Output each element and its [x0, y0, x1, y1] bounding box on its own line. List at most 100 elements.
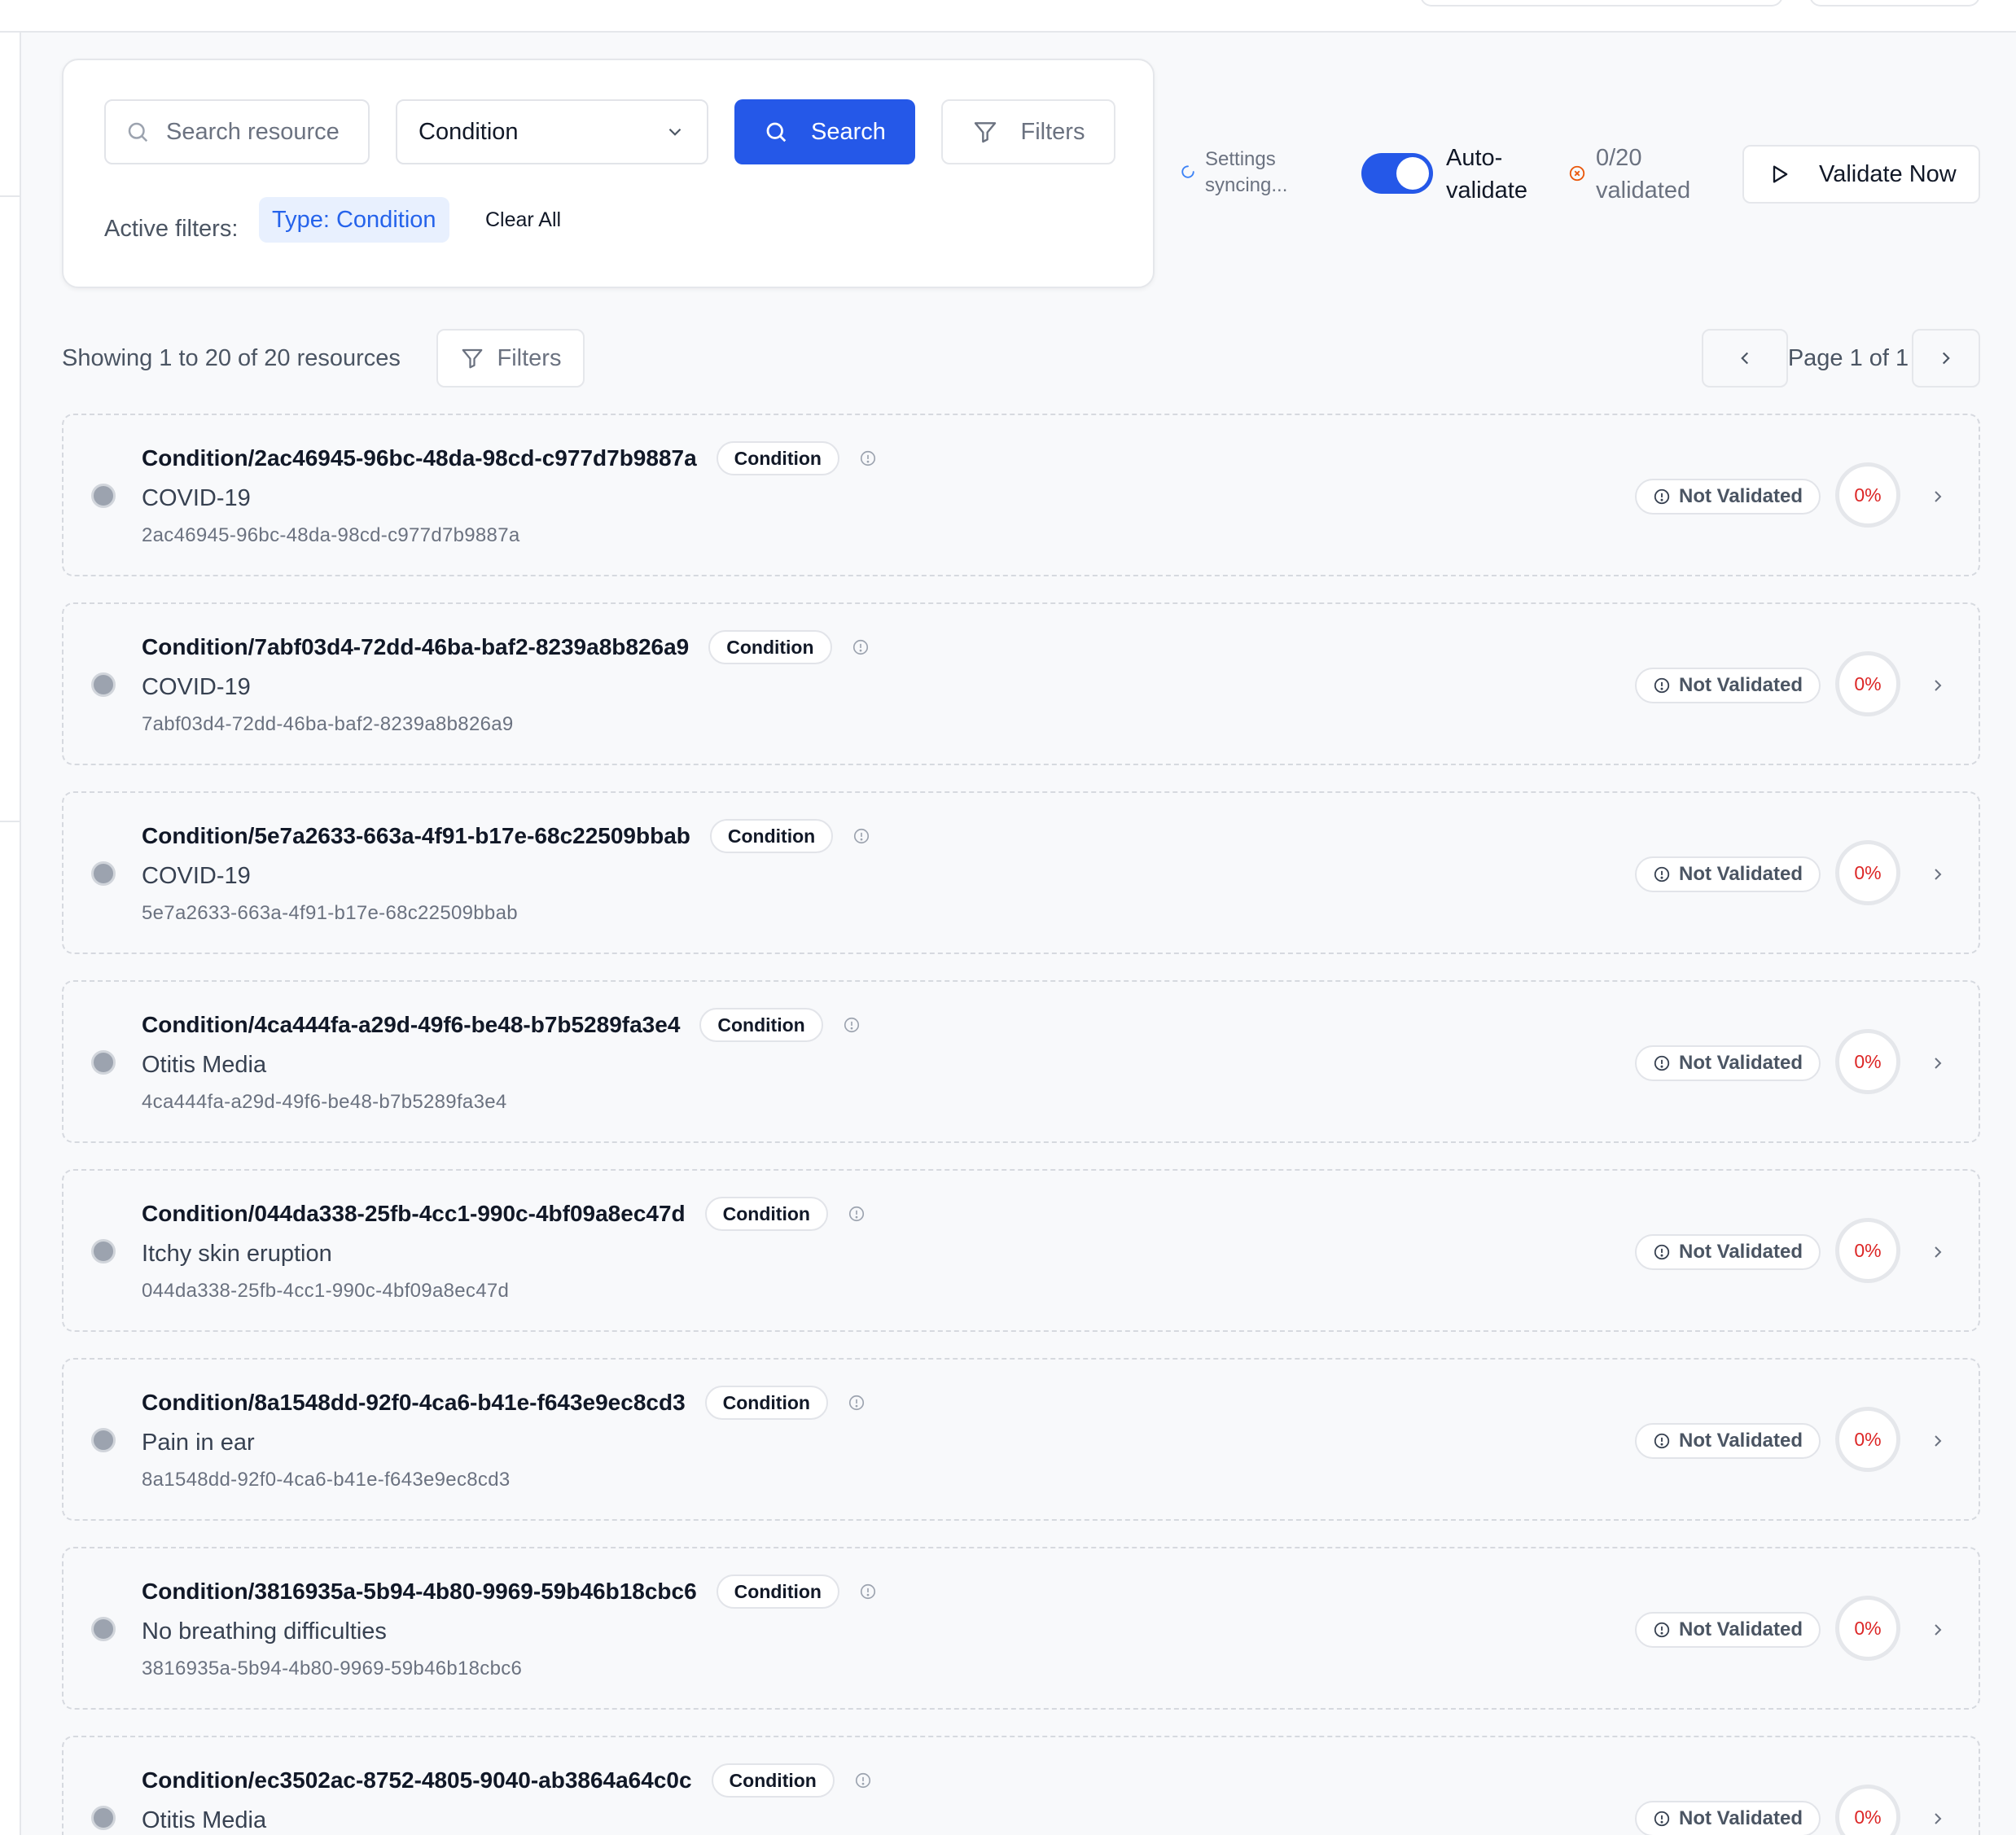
- chevron-down-icon: [668, 128, 681, 136]
- info-icon[interactable]: [859, 1583, 877, 1601]
- alert-circle-icon: [1654, 677, 1670, 694]
- play-icon: [1773, 165, 1788, 183]
- chevron-right-icon[interactable]: [1928, 1809, 1948, 1828]
- spinner-icon: [1181, 165, 1194, 178]
- resource-uuid: 8a1548dd-92f0-4ca6-b41e-f643e9ec8cd3: [142, 1469, 511, 1491]
- filters-button[interactable]: Filters: [941, 99, 1115, 164]
- info-icon[interactable]: [852, 638, 870, 656]
- resource-row[interactable]: Condition/3816935a-5b94-4b80-9969-59b46b…: [62, 1547, 1980, 1710]
- page-indicator: Page 1 of 1: [1787, 345, 1909, 371]
- status-dot: [91, 484, 116, 508]
- resource-type-select[interactable]: Condition: [396, 99, 708, 164]
- info-icon[interactable]: [848, 1205, 866, 1223]
- chevron-right-icon[interactable]: [1928, 1242, 1948, 1262]
- resource-type-badge: Condition: [709, 819, 834, 853]
- resource-id: Condition/5e7a2633-663a-4f91-b17e-68c225…: [142, 823, 690, 848]
- validated-count: 0/20 validated: [1568, 142, 1707, 207]
- resource-id: Condition/044da338-25fb-4cc1-990c-4bf09a…: [142, 1201, 686, 1226]
- chevron-right-icon[interactable]: [1928, 1053, 1948, 1073]
- validated-count-text: 0/20 validated: [1596, 145, 1691, 204]
- resource-row[interactable]: Condition/8a1548dd-92f0-4ca6-b41e-f643e9…: [62, 1358, 1980, 1521]
- resource-type-badge: Condition: [711, 1763, 835, 1798]
- validate-now-label: Validate Now: [1819, 160, 1957, 187]
- active-filter-chip[interactable]: Type: Condition: [259, 197, 449, 243]
- validation-status-text: Not Validated: [1679, 485, 1803, 507]
- search-icon: [766, 122, 787, 142]
- chevron-right-icon[interactable]: [1928, 865, 1948, 884]
- auto-validate-label: Auto-validate: [1446, 145, 1527, 204]
- resource-row[interactable]: Condition/4ca444fa-a29d-49f6-be48-b7b528…: [62, 980, 1980, 1143]
- validation-score: 0%: [1835, 1029, 1900, 1094]
- search-input[interactable]: [166, 118, 362, 146]
- info-icon[interactable]: [848, 1394, 866, 1412]
- validation-score: 0%: [1835, 651, 1900, 716]
- resource-row[interactable]: Condition/044da338-25fb-4cc1-990c-4bf09a…: [62, 1169, 1980, 1332]
- next-page-button[interactable]: [1912, 329, 1980, 388]
- filters-button-label: Filters: [1020, 118, 1085, 145]
- resource-type-badge: Condition: [708, 630, 832, 664]
- search-panel: Condition Search Filters Active filters:…: [62, 59, 1155, 288]
- previous-page-button[interactable]: [1702, 329, 1788, 388]
- clear-all-button[interactable]: Clear All: [485, 197, 561, 243]
- resource-row[interactable]: Condition/7abf03d4-72dd-46ba-baf2-8239a8…: [62, 602, 1980, 765]
- resource-display-name: COVID-19: [142, 485, 251, 511]
- info-icon[interactable]: [859, 449, 877, 467]
- resource-title-line: Condition/044da338-25fb-4cc1-990c-4bf09a…: [142, 1197, 866, 1231]
- top-bar: [0, 0, 2016, 33]
- chevron-left-icon: [1741, 352, 1749, 365]
- validation-status-text: Not Validated: [1679, 1618, 1803, 1640]
- chevron-right-icon[interactable]: [1928, 487, 1948, 506]
- alert-circle-icon: [1654, 1811, 1670, 1827]
- search-field[interactable]: [104, 99, 370, 164]
- status-dot: [91, 1806, 116, 1830]
- resource-id: Condition/2ac46945-96bc-48da-98cd-c977d7…: [142, 445, 697, 471]
- sidebar-rail: [0, 33, 21, 1835]
- info-icon[interactable]: [854, 1771, 872, 1789]
- header-action-button[interactable]: [1809, 0, 1980, 7]
- chevron-right-icon[interactable]: [1928, 1431, 1948, 1451]
- resource-title-line: Condition/ec3502ac-8752-4805-9040-ab3864…: [142, 1763, 872, 1798]
- resource-type-value: Condition: [419, 118, 519, 145]
- resource-display-name: No breathing difficulties: [142, 1618, 387, 1644]
- validation-score: 0%: [1835, 1218, 1900, 1283]
- results-filters-button[interactable]: Filters: [436, 329, 585, 388]
- resource-uuid: 4ca444fa-a29d-49f6-be48-b7b5289fa3e4: [142, 1091, 507, 1113]
- chevron-right-icon[interactable]: [1928, 676, 1948, 695]
- validation-score: 0%: [1835, 1596, 1900, 1661]
- alert-circle-icon: [1654, 1433, 1670, 1449]
- auto-validate-toggle[interactable]: [1361, 153, 1433, 194]
- search-button-label: Search: [811, 118, 886, 145]
- alert-circle-icon: [1654, 866, 1670, 882]
- resource-type-badge: Condition: [699, 1008, 823, 1042]
- validation-score: 0%: [1835, 840, 1900, 905]
- resource-uuid: 5e7a2633-663a-4f91-b17e-68c22509bbab: [142, 902, 518, 924]
- resource-display-name: Otitis Media: [142, 1807, 267, 1833]
- search-button[interactable]: Search: [734, 99, 915, 164]
- resource-row[interactable]: Condition/ec3502ac-8752-4805-9040-ab3864…: [62, 1736, 1980, 1835]
- resource-row[interactable]: Condition/2ac46945-96bc-48da-98cd-c977d7…: [62, 414, 1980, 576]
- validation-score: 0%: [1835, 1407, 1900, 1472]
- resource-uuid: 3816935a-5b94-4b80-9969-59b46b18cbc6: [142, 1658, 523, 1680]
- resource-title-line: Condition/7abf03d4-72dd-46ba-baf2-8239a8…: [142, 630, 870, 664]
- validate-now-button[interactable]: Validate Now: [1742, 145, 1980, 204]
- x-circle-icon: [1569, 165, 1585, 182]
- settings-sync-status: Settings syncing...: [1181, 147, 1311, 204]
- validation-status-badge: Not Validated: [1635, 856, 1821, 892]
- status-dot: [91, 1617, 116, 1641]
- resource-display-name: Itchy skin eruption: [142, 1241, 332, 1267]
- resource-id: Condition/8a1548dd-92f0-4ca6-b41e-f643e9…: [142, 1390, 686, 1415]
- info-icon[interactable]: [843, 1016, 861, 1034]
- info-icon[interactable]: [852, 827, 870, 845]
- validation-status-badge: Not Validated: [1635, 1612, 1821, 1648]
- validation-status-text: Not Validated: [1679, 1807, 1803, 1829]
- resource-id: Condition/7abf03d4-72dd-46ba-baf2-8239a8…: [142, 634, 690, 659]
- resource-row[interactable]: Condition/5e7a2633-663a-4f91-b17e-68c225…: [62, 791, 1980, 954]
- chevron-right-icon[interactable]: [1928, 1620, 1948, 1640]
- header-search-field[interactable]: [1420, 0, 1783, 7]
- resource-type-badge: Condition: [704, 1386, 828, 1420]
- status-dot: [91, 672, 116, 697]
- resource-uuid: 044da338-25fb-4cc1-990c-4bf09a8ec47d: [142, 1280, 510, 1302]
- resource-display-name: COVID-19: [142, 674, 251, 700]
- resource-title-line: Condition/5e7a2633-663a-4f91-b17e-68c225…: [142, 819, 870, 853]
- results-summary: Showing 1 to 20 of 20 resources: [62, 345, 401, 371]
